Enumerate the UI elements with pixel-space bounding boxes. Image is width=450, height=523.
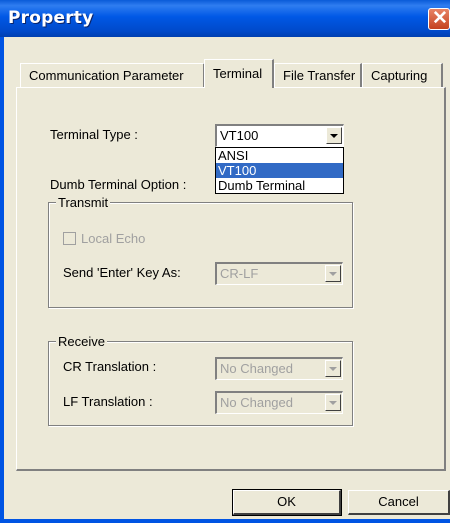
lf-translation-label: LF Translation : bbox=[63, 394, 153, 409]
chevron-down-icon bbox=[329, 272, 337, 276]
transmit-legend: Transmit bbox=[56, 195, 111, 210]
cr-translation-label: CR Translation : bbox=[63, 359, 157, 374]
dumb-terminal-option-label: Dumb Terminal Option : bbox=[50, 177, 187, 192]
close-icon: ✕ bbox=[432, 8, 448, 29]
cr-translation-value: No Changed bbox=[220, 361, 293, 376]
cancel-button[interactable]: Cancel bbox=[348, 490, 450, 515]
combobox-dropdown-button[interactable] bbox=[325, 265, 341, 282]
transmit-group bbox=[48, 202, 353, 308]
window-title: Property bbox=[8, 8, 94, 28]
window-frame-bottom bbox=[0, 519, 450, 523]
cr-translation-combobox[interactable]: No Changed bbox=[215, 357, 343, 380]
local-echo-checkbox[interactable] bbox=[63, 232, 76, 245]
chevron-down-icon bbox=[329, 401, 337, 405]
chevron-down-icon bbox=[330, 134, 338, 138]
dropdown-option-vt100[interactable]: VT100 bbox=[216, 163, 343, 178]
ok-button[interactable]: OK bbox=[232, 489, 342, 516]
lf-translation-combobox[interactable]: No Changed bbox=[215, 391, 343, 414]
tab-capturing[interactable]: Capturing bbox=[362, 63, 443, 87]
dropdown-option-ansi[interactable]: ANSI bbox=[216, 148, 343, 163]
local-echo-label: Local Echo bbox=[81, 231, 146, 246]
send-enter-key-combobox[interactable]: CR-LF bbox=[215, 262, 343, 285]
tab-file-transfer[interactable]: File Transfer bbox=[274, 63, 362, 87]
combobox-dropdown-button[interactable] bbox=[326, 127, 342, 144]
window-frame-left bbox=[0, 37, 4, 523]
terminal-type-value: VT100 bbox=[220, 128, 259, 143]
send-enter-key-value: CR-LF bbox=[220, 266, 259, 281]
lf-translation-value: No Changed bbox=[220, 395, 293, 410]
terminal-type-dropdown-list[interactable]: ANSI VT100 Dumb Terminal bbox=[215, 147, 344, 194]
tab-communication-parameter[interactable]: Communication Parameter bbox=[20, 63, 205, 87]
close-button[interactable]: ✕ bbox=[428, 8, 450, 30]
combobox-dropdown-button[interactable] bbox=[325, 394, 341, 411]
title-bar[interactable]: Property ✕ bbox=[0, 0, 450, 37]
receive-legend: Receive bbox=[56, 334, 107, 349]
tab-terminal[interactable]: Terminal bbox=[204, 59, 274, 88]
chevron-down-icon bbox=[329, 367, 337, 371]
send-enter-key-label: Send 'Enter' Key As: bbox=[63, 265, 181, 280]
terminal-type-combobox[interactable]: VT100 bbox=[215, 124, 344, 147]
dropdown-option-dumb-terminal[interactable]: Dumb Terminal bbox=[216, 178, 343, 193]
terminal-type-label: Terminal Type : bbox=[50, 127, 138, 142]
combobox-dropdown-button[interactable] bbox=[325, 360, 341, 377]
